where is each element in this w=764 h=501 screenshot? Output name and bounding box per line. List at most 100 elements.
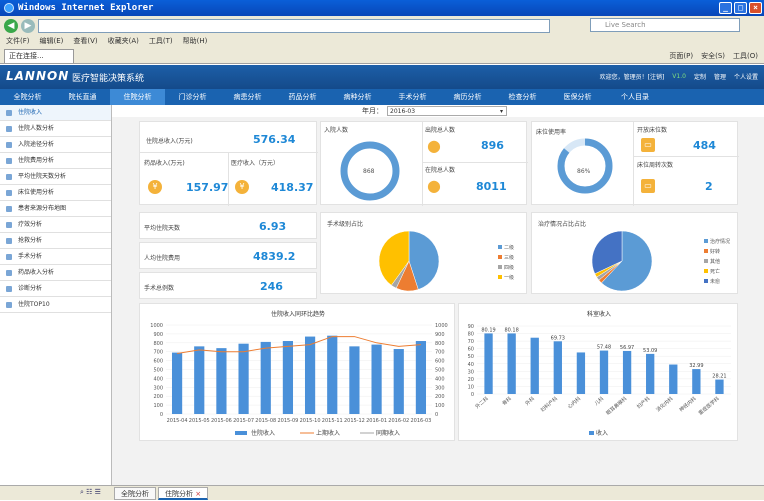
y-tick-label: 600 [153,359,163,365]
sidebar-item-avg-days[interactable]: 平均住院天数分析 [0,169,111,185]
bar [304,336,316,414]
menu-favorites[interactable]: 收藏夹(A) [108,35,139,48]
sidebar: 住院收入 住院人数分析 入院途径分析 住院费用分析 平均住院天数分析 床位使用分… [0,105,112,485]
discharge-value: 896 [481,139,504,152]
x-tick-label: 神经内科 [678,395,698,413]
browser-tab[interactable]: 正在连接... [4,49,74,63]
nav-insurance[interactable]: 医保分析 [550,89,605,105]
tool-safety[interactable]: 安全(S) [701,50,725,62]
back-button[interactable]: ◀ [4,18,18,33]
menu-help[interactable]: 帮助(H) [183,35,208,48]
sidebar-item-drug-income[interactable]: 药品收入分析 [0,265,111,281]
month-select[interactable]: 2016-03 ▾ [387,106,507,116]
tool-tools[interactable]: 工具(O) [733,50,758,62]
menu-edit[interactable]: 编辑(E) [40,35,64,48]
bottom-tab-hospital[interactable]: 全院分析 [114,487,156,500]
forward-button[interactable]: ▶ [21,18,35,33]
bar [576,352,586,394]
user-welcome[interactable]: 欢迎您，管理员！[注销] [600,72,665,81]
x-tick-label: 2015-04 [167,418,188,424]
menu-tools[interactable]: 工具(T) [149,35,173,48]
y-tick-label: 70 [468,339,474,345]
x-tick-label: 2016-03 [410,418,431,424]
y2-tick-label: 400 [435,376,445,382]
surgery-pie-legend: 二级 三级 四级 一级 [498,243,514,283]
surgery-count-label: 手术总例数 [144,285,175,292]
in-hospital-value: 8011 [476,180,507,193]
url-input[interactable] [38,18,550,33]
minimize-button[interactable]: _ [719,2,732,14]
sidebar-item-patients[interactable]: 住院人数分析 [0,121,111,137]
sidebar-item-cost[interactable]: 住院费用分析 [0,153,111,169]
open-beds-value: 484 [693,139,716,152]
dashboard: 住院总收入(万元) 576.34 药品收入(万元) ¥ 157.97 医疗收入（… [112,117,764,485]
nav-record[interactable]: 病历分析 [440,89,495,105]
sidebar-item-admission-route[interactable]: 入院途径分析 [0,137,111,153]
link-customize[interactable]: 定制 [694,72,706,81]
bar [371,344,382,414]
drug-income-label: 药品收入(万元) [144,160,185,167]
search-input[interactable]: Live Search [590,18,740,32]
admission-label: 入院人数 [324,127,349,134]
bed-turnover-label: 床位周转次数 [637,162,674,169]
sidebar-item-top10[interactable]: 住院TOP10 [0,297,111,313]
income-label: 住院总收入(万元) [146,138,193,145]
nav-personal[interactable]: 个人目录 [605,89,665,105]
x-tick-label: 2015-07 [233,418,254,424]
bar [669,364,678,394]
menu-file[interactable]: 文件(F) [6,35,30,48]
tool-page[interactable]: 页面(P) [669,50,693,62]
legend-item: 死亡 [704,267,730,277]
dept-chart: 0 1020 3040 5060 7080 90 80.19 80.18 69.73 57.48 5… [468,324,731,437]
y-tick-label: 800 [153,341,163,347]
nav-drug[interactable]: 药品分析 [275,89,330,105]
bottom-tab-inpatient[interactable]: 住院分析 × [158,487,209,500]
person-icon: ● [427,176,441,195]
bed-rate-donut [557,138,613,194]
nav-outpatient[interactable]: 门诊分析 [165,89,220,105]
nav-disease[interactable]: 病种分析 [330,89,385,105]
nav-patient[interactable]: 病患分析 [220,89,275,105]
drug-income-value: 157.97 [186,181,229,194]
nav-president[interactable]: 院长直通 [55,89,110,105]
data-label: 69.73 [551,335,565,341]
medical-income-label: 医疗收入（万元） [231,160,280,167]
y-tick-label: 60 [468,347,474,353]
y-tick-label: 100 [153,403,163,409]
sidebar-item-surgery[interactable]: 手术分析 [0,249,111,265]
legend-item: 治疗情况 [704,237,730,247]
menu-view[interactable]: 查看(V) [73,35,97,48]
sidebar-item-income[interactable]: 住院收入 [0,105,111,121]
app-title: 医疗智能决策系统 [72,74,145,84]
nav-hospital[interactable]: 全院分析 [0,89,55,105]
maximize-button[interactable]: □ [734,2,747,14]
legend-item: 三级 [498,253,514,263]
sidebar-tools-icon[interactable]: ⌕ ☷ ☰ [80,488,101,497]
nav-exam[interactable]: 检查分析 [495,89,550,105]
y2-tick-label: 700 [435,350,445,356]
sidebar-item-effect[interactable]: 疗效分析 [0,217,111,233]
y-tick-label: 0 [471,392,474,398]
y2-tick-label: 1000 [435,323,448,329]
sidebar-item-map[interactable]: 患者来源分布地图 [0,201,111,217]
data-label: 53.09 [643,348,657,354]
sidebar-item-rescue[interactable]: 抢救分析 [0,233,111,249]
link-settings[interactable]: 个人设置 [734,72,758,81]
series-line-prev [177,336,421,354]
x-tick-label: 2015-06 [211,418,232,424]
nav-surgery[interactable]: 手术分析 [385,89,440,105]
y2-tick-label: 500 [435,368,445,374]
trend-chart-card: 住院收入同环比趋势 0 0 100 100 200 200 300 300 400 400 500 5… [139,303,455,441]
data-label: 56.97 [620,345,634,351]
legend-label: 上期收入 [316,429,340,437]
bar [622,350,632,394]
x-tick-label: 眼耳鼻喉科 [605,395,629,416]
close-window-button[interactable]: × [749,2,762,14]
x-tick-label: 妇科产科 [539,395,559,413]
sidebar-item-diagnosis[interactable]: 诊断分析 [0,281,111,297]
sidebar-item-bed[interactable]: 床位使用分析 [0,185,111,201]
link-admin[interactable]: 管理 [714,72,726,81]
money-icon: ¥ [235,180,249,194]
y-tick-label: 200 [153,394,163,400]
nav-inpatient[interactable]: 住院分析 [110,89,165,105]
